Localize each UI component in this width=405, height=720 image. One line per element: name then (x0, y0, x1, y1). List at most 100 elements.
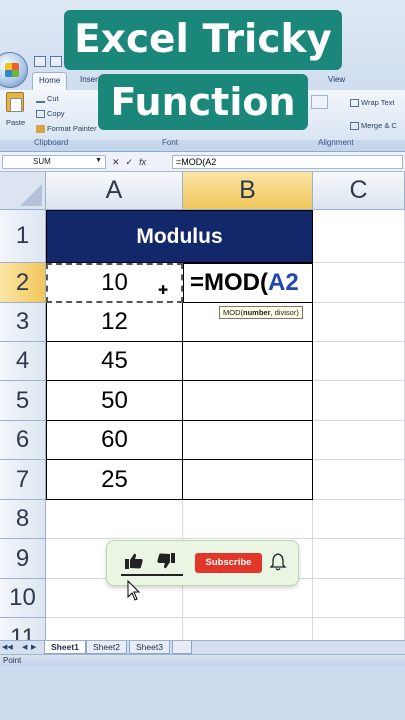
clipboard-group-label: Clipboard (34, 138, 69, 147)
row-header-9[interactable]: 9 (0, 539, 46, 579)
format-painter-label: Format Painter (47, 124, 97, 133)
status-mode: Point (3, 656, 22, 665)
copy-label: Copy (47, 109, 65, 118)
sheet-tab-3[interactable]: Sheet3 (129, 641, 170, 654)
cell-c6[interactable] (313, 421, 405, 460)
cell-c3[interactable] (313, 303, 405, 342)
status-bar: Point (0, 654, 405, 666)
cell-a4[interactable]: 45 (46, 342, 183, 381)
copy-button[interactable]: Copy (36, 109, 65, 119)
row-header-3[interactable]: 3 (0, 303, 46, 342)
font-group-label: Font (162, 138, 179, 147)
cut-button[interactable]: Cut (36, 94, 59, 104)
tab-view[interactable]: View (322, 72, 351, 90)
overlay-title-line2: Function (98, 74, 308, 130)
next-sheet-icon[interactable]: ▶ (31, 643, 36, 651)
insert-function-button[interactable]: fx (139, 157, 146, 167)
like-underline (121, 574, 183, 576)
cell-b2-editing[interactable]: =MOD(A2 (183, 263, 313, 303)
row-header-10[interactable]: 10 (0, 579, 46, 618)
row-header-2[interactable]: 2 (0, 263, 46, 303)
cut-label: Cut (47, 94, 59, 103)
cell-a7[interactable]: 25 (46, 460, 183, 500)
thumbs-down-icon[interactable] (156, 552, 176, 570)
format-painter-button[interactable]: Format Painter (36, 124, 97, 134)
bell-icon[interactable] (269, 552, 287, 572)
sheet-tabs-bar: ◀◀ ◀ ▶ Sheet1 Sheet2 Sheet3 (0, 640, 405, 654)
cell-a5[interactable]: 50 (46, 381, 183, 421)
merge-icon (350, 122, 359, 131)
undo-icon[interactable] (50, 56, 62, 67)
cell-b11[interactable] (183, 618, 313, 640)
save-icon[interactable] (34, 56, 46, 67)
bottom-background (0, 666, 405, 720)
tooltip-arg-number[interactable]: number (243, 308, 271, 317)
wrap-text-button[interactable]: Wrap Text (350, 98, 395, 108)
cell-c2[interactable] (313, 263, 405, 303)
wrap-text-icon (350, 99, 359, 108)
chevron-down-icon[interactable]: ▼ (95, 157, 102, 164)
cell-c5[interactable] (313, 381, 405, 421)
scissors-icon (36, 95, 45, 104)
cell-c11[interactable] (313, 618, 405, 640)
formula-bar: SUM ▼ ✕ ✓ fx =MOD(A2 (0, 152, 405, 172)
row-header-6[interactable]: 6 (0, 421, 46, 460)
cell-c10[interactable] (313, 579, 405, 618)
column-header-b[interactable]: B (183, 172, 313, 210)
cell-a3[interactable]: 12 (46, 303, 183, 342)
tooltip-rest: , divisor) (270, 308, 299, 317)
cell-a6[interactable]: 60 (46, 421, 183, 460)
name-box-value: SUM (33, 157, 51, 166)
select-all-corner[interactable] (0, 172, 46, 210)
cell-c1[interactable] (313, 210, 405, 263)
alignment-group-label: Alignment (318, 138, 354, 147)
cell-c9[interactable] (313, 539, 405, 579)
cell-a11[interactable] (46, 618, 183, 640)
column-header-a[interactable]: A (46, 172, 183, 210)
mouse-pointer-icon (127, 580, 141, 601)
insert-sheet-icon[interactable] (172, 641, 192, 654)
cell-a8[interactable] (46, 500, 183, 539)
row-header-5[interactable]: 5 (0, 381, 46, 421)
cell-c7[interactable] (313, 460, 405, 500)
paste-button[interactable]: Paste (6, 118, 25, 127)
function-tooltip: MOD(number, divisor) (219, 306, 303, 319)
row-header-4[interactable]: 4 (0, 342, 46, 381)
copy-icon (36, 110, 45, 119)
sheet-tab-2[interactable]: Sheet2 (86, 641, 127, 654)
formula-text: =MOD( (190, 269, 268, 296)
prev-sheet-icon[interactable]: ◀ (22, 643, 27, 651)
row-header-7[interactable]: 7 (0, 460, 46, 500)
subscribe-button[interactable]: Subscribe (195, 553, 262, 573)
first-sheet-icon[interactable]: ◀◀ (2, 643, 13, 651)
row-header-1[interactable]: 1 (0, 210, 46, 263)
orientation-icon[interactable] (311, 95, 328, 109)
cell-b6[interactable] (183, 421, 313, 460)
name-box[interactable]: SUM ▼ (2, 155, 106, 169)
merge-button[interactable]: Merge & C (350, 121, 397, 131)
row-header-11[interactable]: 11 (0, 618, 46, 640)
sheet-tab-1[interactable]: Sheet1 (44, 641, 86, 654)
table-header-modulus[interactable]: Modulus (46, 210, 313, 263)
merge-label: Merge & C (361, 121, 397, 130)
cell-b4[interactable] (183, 342, 313, 381)
tooltip-fn: MOD( (223, 308, 243, 317)
tab-home[interactable]: Home (32, 72, 68, 90)
move-cursor-icon: ✚ (158, 283, 169, 297)
cell-b5[interactable] (183, 381, 313, 421)
cell-c8[interactable] (313, 500, 405, 539)
cancel-icon[interactable]: ✕ (112, 157, 120, 168)
wrap-text-label: Wrap Text (361, 98, 395, 107)
column-header-c[interactable]: C (313, 172, 405, 210)
cell-b7[interactable] (183, 460, 313, 500)
office-button[interactable] (0, 52, 28, 88)
thumbs-up-icon[interactable] (124, 552, 144, 570)
formula-input[interactable]: =MOD(A2 (172, 155, 403, 169)
brush-icon (36, 125, 45, 134)
row-header-8[interactable]: 8 (0, 500, 46, 539)
cell-b8[interactable] (183, 500, 313, 539)
enter-icon[interactable]: ✓ (126, 157, 134, 168)
paste-icon[interactable] (6, 92, 24, 112)
overlay-title-line1: Excel Tricky (64, 10, 342, 70)
cell-c4[interactable] (313, 342, 405, 381)
